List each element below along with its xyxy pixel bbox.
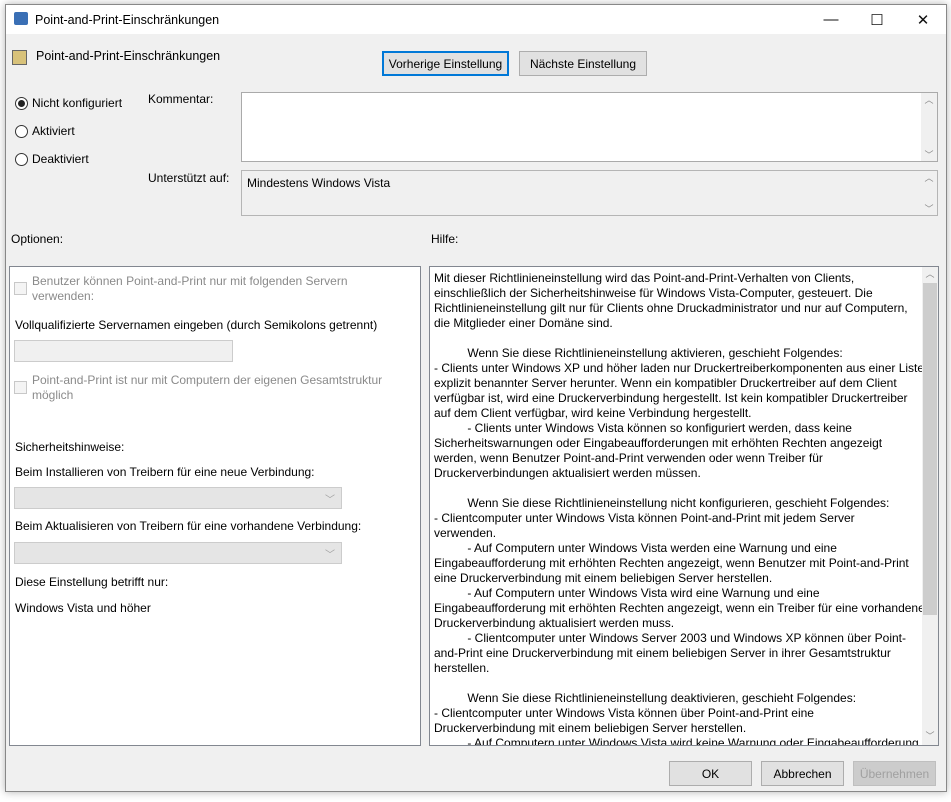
- scroll-down-icon[interactable]: ﹀: [925, 729, 934, 745]
- security-label: Sicherheitshinweise:: [15, 440, 125, 454]
- help-line: herstellen.: [434, 661, 490, 675]
- help-scrollbar[interactable]: ︿ ﹀: [922, 267, 938, 745]
- servernames-input[interactable]: [14, 340, 233, 362]
- next-setting-button[interactable]: Nächste Einstellung: [519, 51, 647, 76]
- help-text: Mit dieser Richtlinieneinstellung wird d…: [434, 271, 925, 746]
- options-label: Optionen:: [11, 232, 64, 246]
- help-panel: Mit dieser Richtlinieneinstellung wird d…: [429, 266, 939, 746]
- help-line: - Auf Computern unter Windows Vista wird…: [434, 736, 919, 746]
- supported-on-field: Mindestens Windows Vista ︿ ﹀: [241, 170, 938, 216]
- restrict-servers-checkbox[interactable]: Benutzer können Point-and-Print nur mit …: [14, 274, 348, 304]
- checkbox-label: Benutzer können Point-and-Print nur mit …: [32, 274, 348, 303]
- policy-name: Point-and-Print-Einschränkungen: [36, 49, 221, 63]
- policy-app-icon: [14, 12, 28, 25]
- radio-label: Aktiviert: [32, 124, 75, 138]
- radio-enabled[interactable]: Aktiviert: [15, 124, 75, 138]
- help-line: - Auf Computern unter Windows Vista wird…: [434, 586, 820, 600]
- help-line: die Mitglieder einer Domäne sind.: [434, 316, 613, 330]
- comment-scrollbar[interactable]: ︿ ﹀: [921, 93, 937, 161]
- chevron-down-icon: ﹀: [325, 549, 335, 561]
- radio-disabled[interactable]: Deaktiviert: [15, 152, 89, 166]
- radio-circle[interactable]: [15, 152, 28, 166]
- comment-label: Kommentar:: [148, 92, 214, 106]
- help-line: - Clientcomputer unter Windows Server 20…: [434, 631, 907, 645]
- forest-only-checkbox[interactable]: Point-and-Print ist nur mit Computern de…: [14, 373, 382, 403]
- help-line: - Clients unter Windows Vista können so …: [434, 421, 852, 435]
- supported-value: Mindestens Windows Vista: [247, 176, 391, 190]
- options-panel: Benutzer können Point-and-Print nur mit …: [9, 266, 421, 746]
- help-line: Druckerverbindung mit einem beliebigen S…: [434, 721, 747, 735]
- help-line: Richtlinieneinstellung gilt nur für Clie…: [434, 301, 908, 315]
- help-line: einschließlich der Sicherheitshinweise f…: [434, 286, 873, 300]
- help-line: [434, 676, 924, 691]
- help-line: Mit dieser Richtlinieneinstellung wird d…: [434, 271, 855, 285]
- comment-textarea[interactable]: ︿ ﹀: [241, 92, 938, 162]
- update-label: Beim Aktualisieren von Treibern für eine…: [15, 519, 362, 533]
- help-line: Druckerverbindung aktualisiert werden mu…: [434, 616, 675, 630]
- help-line: Sicherheitswarnungen oder Eingabeaufford…: [434, 436, 883, 450]
- help-line: eine Druckerverbindung mit einem beliebi…: [434, 571, 773, 585]
- radio-label: Nicht konfiguriert: [32, 96, 123, 110]
- help-line: [434, 331, 924, 346]
- policy-dialog: Point-and-Print-Einschränkungen — ☐ ✕ Po…: [5, 4, 947, 792]
- previous-setting-button[interactable]: Vorherige Einstellung: [382, 51, 509, 76]
- help-line: Wenn Sie diese Richtlinieneinstellung ak…: [434, 346, 843, 360]
- radio-circle[interactable]: [15, 96, 28, 110]
- install-label: Beim Installieren von Treibern für eine …: [15, 465, 315, 479]
- help-line: verwenden.: [434, 526, 497, 540]
- help-line: Eingabeaufforderung mit erhöhten Rechten…: [434, 601, 925, 615]
- scroll-up-icon[interactable]: ︿: [925, 267, 934, 283]
- applies-value: Windows Vista und höher: [15, 601, 151, 615]
- help-line: [434, 481, 924, 496]
- help-line: auf dem Client verfügbar, wird keine Ver…: [434, 406, 752, 420]
- minimize-button[interactable]: —: [808, 5, 854, 34]
- help-line: Wenn Sie diese Richtlinieneinstellung ni…: [434, 496, 890, 510]
- checkbox-label: Point-and-Print ist nur mit Computern de…: [32, 373, 383, 402]
- update-prompt-select[interactable]: ﹀: [14, 542, 342, 564]
- window-title: Point-and-Print-Einschränkungen: [35, 13, 220, 27]
- help-line: and-Print eine Druckerverbindung mit ein…: [434, 646, 891, 660]
- install-prompt-select[interactable]: ﹀: [14, 487, 342, 509]
- radio-not-configured[interactable]: Nicht konfiguriert: [15, 96, 122, 110]
- close-button[interactable]: ✕: [900, 5, 946, 34]
- policy-setting-icon: [12, 50, 27, 65]
- title-bar: Point-and-Print-Einschränkungen — ☐ ✕: [6, 5, 946, 34]
- cancel-button[interactable]: Abbrechen: [761, 761, 844, 786]
- maximize-button[interactable]: ☐: [854, 5, 900, 34]
- radio-circle[interactable]: [15, 124, 28, 138]
- help-line: - Clients unter Windows XP und höher lad…: [434, 361, 925, 375]
- applies-label: Diese Einstellung betrifft nur:: [15, 575, 169, 589]
- help-line: Wenn Sie diese Richtlinieneinstellung de…: [434, 691, 857, 705]
- scrollbar-thumb[interactable]: [923, 283, 937, 615]
- help-label: Hilfe:: [431, 232, 459, 246]
- help-line: Druckerverbindungen aktualisiert werden …: [434, 466, 701, 480]
- apply-button[interactable]: Übernehmen: [853, 761, 936, 786]
- help-line: - Clientcomputer unter Windows Vista kön…: [434, 706, 814, 720]
- help-line: verfügbar ist, wird eine Druckerverbindu…: [434, 391, 908, 405]
- checkbox-box[interactable]: [14, 381, 27, 394]
- help-line: werden, wenn Benutzer Point-and-Print ve…: [434, 451, 823, 465]
- radio-label: Deaktiviert: [32, 152, 89, 166]
- ok-button[interactable]: OK: [669, 761, 752, 786]
- help-line: - Clientcomputer unter Windows Vista kön…: [434, 511, 855, 525]
- supported-scrollbar[interactable]: ︿ ﹀: [921, 171, 937, 215]
- help-line: Eingabeaufforderung mit erhöhten Rechten…: [434, 556, 909, 570]
- supported-label: Unterstützt auf:: [148, 171, 230, 185]
- checkbox-box[interactable]: [14, 282, 27, 295]
- servernames-label: Vollqualifizierte Servernamen eingeben (…: [15, 318, 378, 332]
- help-line: explizit benannter Server herunter. Wenn…: [434, 376, 897, 390]
- help-line: - Auf Computern unter Windows Vista werd…: [434, 541, 837, 555]
- chevron-down-icon: ﹀: [325, 494, 335, 506]
